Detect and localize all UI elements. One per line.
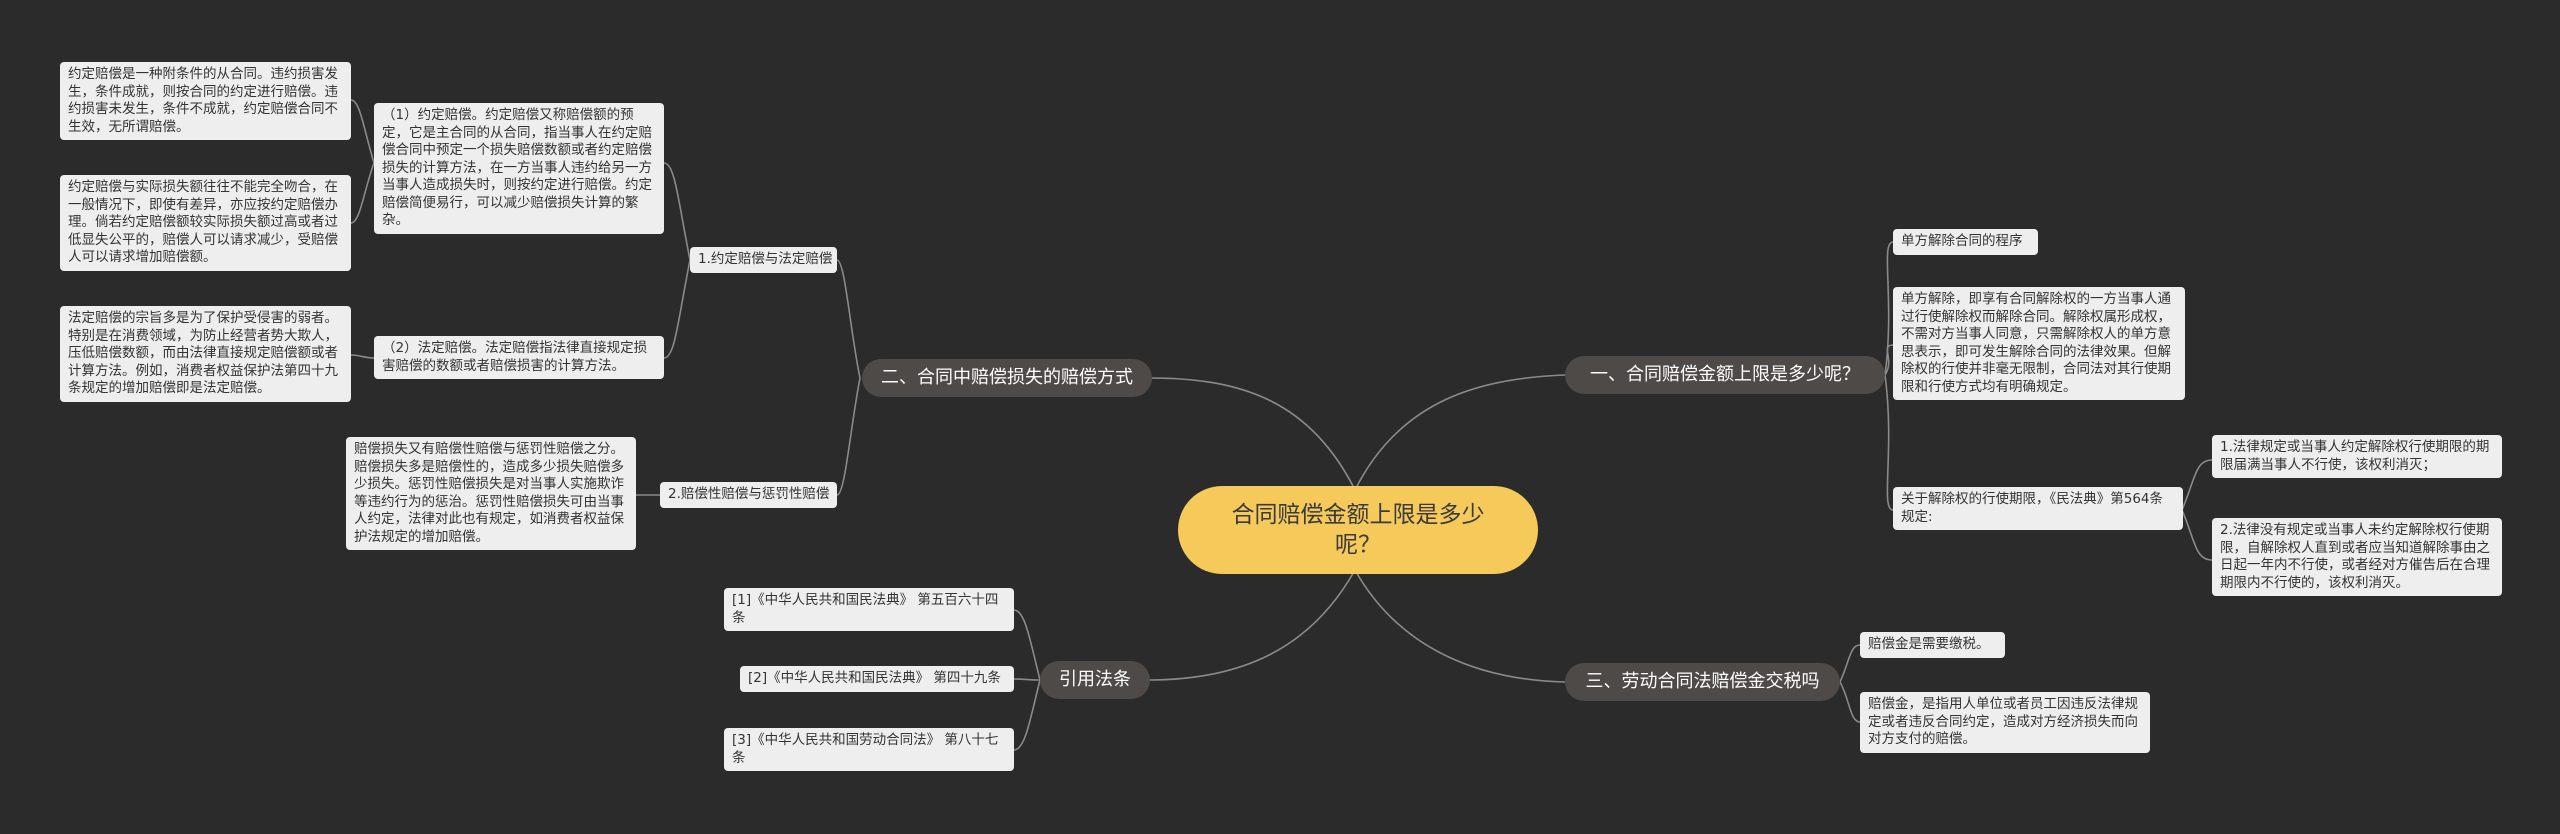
link-b4-b (1013, 678, 1041, 681)
leaf-agreed-and-statutory[interactable]: 1.约定赔偿与法定赔偿 (690, 247, 837, 273)
link-b1-procedure (1884, 241, 1894, 376)
link-b3-a (1839, 644, 1861, 683)
link-sub1-a (663, 162, 691, 261)
link-period-2 (2181, 509, 2213, 561)
link-root-b1 (1354, 374, 1566, 491)
leaf-unilateral-termination[interactable]: 单方解除，即享有合同解除权的一方当事人通过行使解除权而解除合同。解除权属形成权，… (1893, 287, 2185, 400)
leaf-termination-period[interactable]: 关于解除权的行使期限，《民法典》第564条规定: (1893, 487, 2183, 530)
link-b4-c (1013, 679, 1041, 751)
leaf-termination-procedure[interactable]: 单方解除合同的程序 (1893, 229, 2038, 255)
link-b3-b (1839, 681, 1861, 723)
leaf-cited-law-2[interactable]: [2]《中华人民共和国民法典》 第四十九条 (740, 666, 1014, 692)
leaf-agreed-compensation[interactable]: （1）约定赔偿。约定赔偿又称赔偿额的预定，它是主合同的从合同，指当事人在约定赔偿… (374, 103, 664, 234)
leaf-compensation-definition[interactable]: 赔偿金，是指用人单位或者员工因违反法律规定或者违反合同约定，造成对方经济损失而向… (1860, 692, 2150, 753)
leaf-termination-period-1[interactable]: 1.法律规定或当事人约定解除权行使期限的期限届满当事人不行使，该权利消灭； (2212, 435, 2502, 478)
link-sub1-b (663, 259, 691, 359)
link-root-b2 (1149, 377, 1356, 491)
link-sub1a-2 (350, 162, 375, 224)
link-root-b4 (1147, 569, 1356, 681)
leaf-statutory-purpose[interactable]: 法定赔偿的宗旨多是为了保护受侵害的弱者。特别是在消费领域，为防止经营者势大欺人，… (60, 306, 351, 402)
link-sub1a-1 (350, 99, 375, 164)
leaf-tax-required[interactable]: 赔偿金是需要缴税。 (1860, 632, 2005, 658)
leaf-termination-period-2[interactable]: 2.法律没有规定或当事人未约定解除权行使期限，自解除权人直到或者应当知道解除事由… (2212, 518, 2502, 596)
link-sub1b-1 (350, 354, 375, 359)
leaf-compensatory-and-punitive[interactable]: 2.赔偿性赔偿与惩罚性赔偿 (660, 482, 837, 508)
link-b1-period (1884, 374, 1894, 511)
branch-compensation-methods[interactable]: 二、合同中赔偿损失的赔偿方式 (862, 359, 1152, 397)
link-b4-a (1013, 609, 1041, 681)
leaf-agreed-conditional[interactable]: 约定赔偿是一种附条件的从合同。违约损害发生，条件成就，则按合同的约定进行赔偿。违… (60, 62, 351, 140)
link-b2-sub1 (836, 259, 861, 379)
leaf-punitive-compensation[interactable]: 赔偿损失又有赔偿性赔偿与惩罚性赔偿之分。赔偿损失多是赔偿性的，造成多少损失赔偿多… (346, 437, 636, 550)
leaf-statutory-compensation[interactable]: （2）法定赔偿。法定赔偿指法律直接规定损害赔偿的数额或者赔偿损害的计算方法。 (374, 336, 664, 379)
link-root-b3 (1354, 569, 1566, 683)
branch-cited-laws[interactable]: 引用法条 (1040, 661, 1150, 699)
leaf-agreed-vs-actual[interactable]: 约定赔偿与实际损失额往往不能完全吻合，在一般情况下，即使有差异，亦应按约定赔偿办… (60, 175, 351, 271)
root-topic[interactable]: 合同赔偿金额上限是多少呢？ (1178, 486, 1538, 574)
branch-labor-law-tax[interactable]: 三、劳动合同法赔偿金交税吗 (1565, 663, 1840, 701)
branch-contract-compensation-limit[interactable]: 一、合同赔偿金额上限是多少呢？ (1565, 356, 1885, 394)
leaf-cited-law-1[interactable]: [1]《中华人民共和国民法典》 第五百六十四条 (724, 588, 1014, 631)
link-b2-sub2 (836, 377, 861, 496)
link-period-1 (2181, 459, 2213, 511)
leaf-cited-law-3[interactable]: [3]《中华人民共和国劳动合同法》 第八十七条 (724, 728, 1014, 771)
